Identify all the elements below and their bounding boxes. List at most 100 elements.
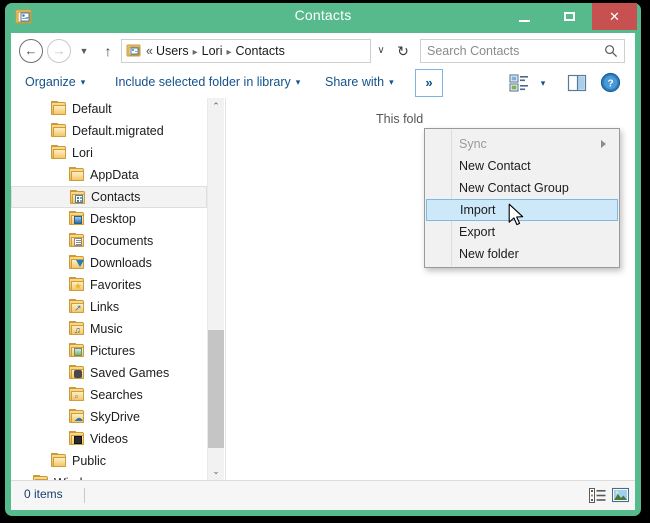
- tree-item-default[interactable]: Default: [11, 98, 207, 120]
- breadcrumb-segment-contacts[interactable]: Contacts: [236, 44, 285, 58]
- tree-item-label: Pictures: [90, 344, 136, 358]
- forward-button[interactable]: →: [47, 39, 71, 63]
- tree-item-public[interactable]: Public: [11, 450, 207, 472]
- tree-item-lori[interactable]: Lori: [11, 142, 207, 164]
- tree-item-label: Saved Games: [90, 366, 170, 380]
- tree-item-contacts[interactable]: Contacts: [11, 186, 207, 208]
- contacts-folder-icon: [70, 190, 86, 205]
- submenu-arrow-icon: [601, 140, 606, 148]
- tree-item-desktop[interactable]: Desktop: [11, 208, 207, 230]
- forward-arrow-icon: →: [52, 43, 66, 58]
- tree-item-label: Documents: [90, 234, 154, 248]
- share-with-label: Share with: [325, 75, 385, 89]
- tree-item-label: Favorites: [90, 278, 142, 292]
- tree-item-windows[interactable]: Windows: [11, 472, 207, 480]
- recent-locations-button[interactable]: ▼: [75, 41, 93, 61]
- tree-item-default-migrated[interactable]: Default.migrated: [11, 120, 207, 142]
- include-in-library-button[interactable]: Include selected folder in library ▾: [115, 68, 300, 97]
- title-bar: Contacts ✕: [5, 3, 641, 33]
- menu-item-new-contact-group[interactable]: New Contact Group: [426, 177, 618, 199]
- empty-folder-message: This fold: [376, 112, 424, 126]
- tree-item-label: Windows: [54, 472, 105, 480]
- minimize-icon: [519, 20, 530, 22]
- navigation-scrollbar[interactable]: ⌃ ⌄: [207, 98, 224, 480]
- breadcrumb-segment-lori[interactable]: Lori: [202, 44, 223, 58]
- tree-item-skydrive[interactable]: ☁ SkyDrive: [11, 406, 207, 428]
- search-input[interactable]: Search Contacts: [427, 40, 519, 62]
- up-button[interactable]: ↑: [99, 41, 117, 61]
- tree-item-label: Videos: [90, 432, 128, 446]
- tree-item-label: AppData: [90, 168, 139, 182]
- links-folder-icon: ↗: [69, 299, 85, 314]
- breadcrumb-segment-users[interactable]: Users: [156, 44, 189, 58]
- breadcrumb-path: «Users ▸ Lori ▸ Contacts: [146, 40, 285, 62]
- tree-item-label: Links: [90, 300, 120, 314]
- breadcrumb-separator[interactable]: ▸: [189, 47, 202, 58]
- change-view-icon[interactable]: [508, 72, 530, 94]
- tree-item-label: Contacts: [91, 190, 141, 204]
- breadcrumb[interactable]: «Users ▸ Lori ▸ Contacts: [121, 39, 371, 63]
- menu-item-new-contact[interactable]: New Contact: [426, 155, 618, 177]
- menu-item-label: Import: [460, 203, 496, 217]
- menu-item-label: New Contact Group: [459, 181, 569, 195]
- scrollbar-thumb[interactable]: [208, 330, 224, 448]
- preview-pane-icon[interactable]: [567, 73, 587, 93]
- status-bar: 0 items: [11, 480, 635, 510]
- menu-item-label: New Contact: [459, 159, 531, 173]
- help-icon[interactable]: ?: [600, 72, 621, 93]
- searches-folder-icon: ⌕: [69, 387, 85, 402]
- tree-item-downloads[interactable]: Downloads: [11, 252, 207, 274]
- change-view-dropdown[interactable]: ▾: [534, 69, 552, 97]
- minimize-button[interactable]: [502, 3, 547, 30]
- organize-button[interactable]: Organize ▾: [25, 68, 85, 97]
- search-icon: [604, 44, 618, 58]
- breadcrumb-overflow-chevrons[interactable]: «: [146, 44, 156, 58]
- tree-item-videos[interactable]: Videos: [11, 428, 207, 450]
- chevron-down-icon: ▾: [80, 77, 86, 87]
- menu-item-export[interactable]: Export: [426, 221, 618, 243]
- address-bar: ← → ▼ ↑ «Users ▸ Lori ▸ Contacts ∨ ↻ Sea…: [11, 33, 635, 68]
- maximize-button[interactable]: [547, 3, 592, 30]
- menu-item-import[interactable]: Import: [426, 199, 618, 221]
- tree-item-music[interactable]: ♫ Music: [11, 318, 207, 340]
- menu-item-new-folder[interactable]: New folder: [426, 243, 618, 265]
- thumbnail-view-icon[interactable]: [611, 487, 630, 503]
- folder-folder-icon: [51, 453, 67, 468]
- close-button[interactable]: ✕: [592, 3, 637, 30]
- tree-item-saved-games[interactable]: Saved Games: [11, 362, 207, 384]
- tree-item-label: Searches: [90, 388, 143, 402]
- tree-item-label: Lori: [72, 146, 93, 160]
- overflow-chevrons-button[interactable]: »: [415, 69, 443, 97]
- favorites-folder-icon: ★: [69, 277, 85, 292]
- tree-item-documents[interactable]: Documents: [11, 230, 207, 252]
- pictures-folder-icon: [69, 343, 85, 358]
- folder-folder-icon: [51, 145, 67, 160]
- skydrive-folder-icon: ☁: [69, 409, 85, 424]
- folder-folder-icon: [69, 167, 85, 182]
- tree-item-label: Downloads: [90, 256, 152, 270]
- search-box[interactable]: Search Contacts: [420, 39, 625, 63]
- documents-folder-icon: [69, 233, 85, 248]
- refresh-button[interactable]: ↻: [392, 39, 414, 63]
- item-count-label: 0 items: [24, 487, 63, 501]
- navigation-pane[interactable]: Default Default.migrated Lori AppData Contac…: [11, 98, 207, 480]
- tree-item-favorites[interactable]: ★ Favorites: [11, 274, 207, 296]
- details-view-icon[interactable]: [589, 488, 606, 503]
- tree-item-label: Desktop: [90, 212, 136, 226]
- breadcrumb-separator[interactable]: ▸: [222, 47, 235, 58]
- command-bar: Organize ▾ Include selected folder in lib…: [11, 68, 635, 99]
- tree-item-links[interactable]: ↗ Links: [11, 296, 207, 318]
- back-button[interactable]: ←: [19, 39, 43, 63]
- organize-label: Organize: [25, 75, 76, 89]
- share-with-button[interactable]: Share with ▾: [325, 68, 394, 97]
- tree-item-searches[interactable]: ⌕ Searches: [11, 384, 207, 406]
- address-dropdown-button[interactable]: ∨: [371, 39, 391, 63]
- overflow-menu: Sync New Contact New Contact Group Import Ex…: [424, 128, 620, 268]
- tree-item-label: Music: [90, 322, 123, 336]
- scroll-up-button[interactable]: ⌃: [208, 98, 224, 115]
- tree-item-pictures[interactable]: Pictures: [11, 340, 207, 362]
- scroll-down-button[interactable]: ⌄: [208, 463, 224, 480]
- menu-item-sync: Sync: [426, 133, 618, 155]
- games-folder-icon: [69, 365, 85, 380]
- tree-item-appdata[interactable]: AppData: [11, 164, 207, 186]
